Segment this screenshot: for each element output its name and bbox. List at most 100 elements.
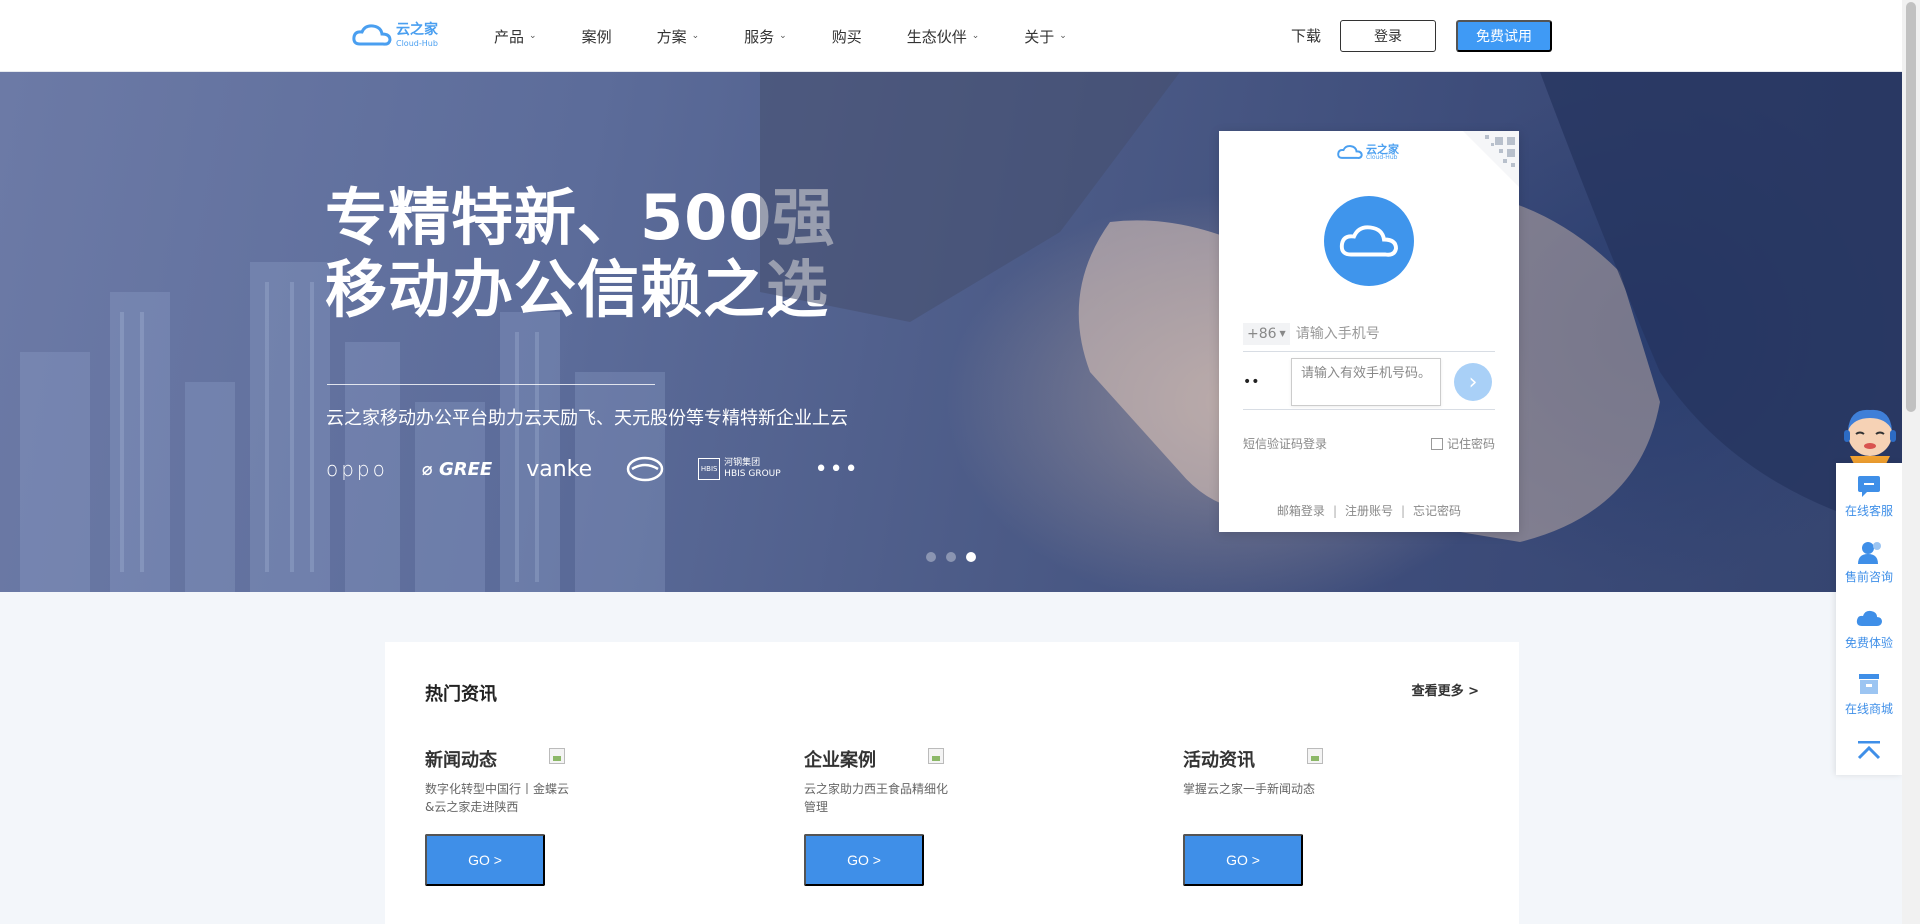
phone-input[interactable] [1295,325,1486,342]
cloud-logo-icon [352,24,392,46]
password-field-row: •• 请输入有效手机号码。 › [1243,354,1495,410]
link-separator: | [1332,504,1337,518]
country-code: +86 [1247,325,1277,342]
card-links: 邮箱登录 | 注册账号 | 忘记密码 [1219,502,1519,519]
nav-item-products[interactable]: 产品 ⌄ [494,26,537,47]
nav-label: 服务 [744,27,775,46]
view-more-link[interactable]: 查看更多 > [1412,680,1479,699]
remember-checkbox[interactable] [1430,437,1443,450]
chevron-down-icon: ⌄ [1059,31,1067,41]
download-link[interactable]: 下载 [1291,25,1321,46]
go-button[interactable]: GO > [425,834,545,886]
online-service-button[interactable]: 在线客服 [1836,463,1902,529]
free-experience-button[interactable]: 免费体验 [1836,595,1902,661]
nav-label: 方案 [656,27,687,46]
card-logo-sub: Cloud-Hub [1366,153,1398,161]
chevron-down-icon: ⌄ [691,31,700,41]
nav-label: 生态伙伴 [906,27,967,46]
gree-logo: ⌀ GREE [422,459,492,480]
hero-title-line2: 移动办公信赖之选 [325,253,830,326]
register-link[interactable]: 注册账号 [1345,504,1393,518]
oppo-logo: oppo [326,457,388,481]
card-logo: 云之家 Cloud-Hub [1337,143,1399,161]
news-column-cases: 企业案例 云之家助力西王食品精细化管理 GO > [804,746,1134,886]
login-card: 云之家 Cloud-Hub +86▼ •• 请输入有效手机号码。 › 短信验证码… [1219,131,1519,532]
logo-sub: Cloud-Hub [396,38,438,48]
hbis-cn: 河钢集团 [724,458,761,469]
nav-item-services[interactable]: 服务 ⌄ [744,26,787,47]
online-service-label: 在线客服 [1844,503,1893,518]
chevron-down-icon: ⌄ [779,31,787,41]
avatar [1324,196,1414,286]
broken-image-icon [549,748,565,764]
gree-logo-mark: ⌀ [421,458,433,480]
nav-label: 产品 [494,27,525,46]
chevron-down-icon: ⌄ [971,31,980,41]
hero-divider [327,384,655,385]
site-logo[interactable]: 云之家 Cloud-Hub [352,22,438,48]
nav-label: 案例 [581,27,612,46]
hot-news-section: 热门资讯 查看更多 > 新闻动态 数字化转型中国行丨金蝶云&云之家走进陕西 GO… [385,642,1519,924]
column-description[interactable]: 云之家助力西王食品精细化管理 [804,780,954,820]
sinopec-logo-icon [626,456,664,482]
column-description[interactable]: 掌握云之家一手新闻动态 [1183,780,1333,820]
chat-icon [1858,475,1880,497]
nav-item-about[interactable]: 关于 ⌄ [1024,26,1067,47]
remember-label: 记住密码 [1446,437,1495,451]
email-login-link[interactable]: 邮箱登录 [1277,504,1325,518]
nav-label: 购买 [831,27,862,46]
scrollbar-thumb[interactable] [1906,2,1916,412]
submit-arrow-button[interactable]: › [1454,363,1492,401]
hero-banner: 专精特新、500强 移动办公信赖之选 云之家移动办公平台助力云天励飞、天元股份等… [0,72,1902,592]
page-scrollbar[interactable] [1902,0,1920,924]
chevron-right-icon: › [1468,369,1478,395]
column-title: 新闻动态 [425,750,497,771]
vanke-logo: vanke [526,456,593,482]
store-icon [1859,673,1879,694]
free-trial-button[interactable]: 免费试用 [1456,20,1552,52]
sms-login-link[interactable]: 短信验证码登录 [1243,435,1327,452]
back-to-top-button[interactable] [1836,727,1902,775]
country-code-select[interactable]: +86 ▼ [1243,322,1290,345]
back-to-top-icon [1857,741,1881,760]
online-store-label: 在线商城 [1844,701,1893,716]
column-title: 活动资讯 [1183,750,1255,771]
cloud-icon [1856,610,1882,626]
cloud-logo-icon [1337,145,1363,159]
card-logo-name: 云之家 [1366,142,1399,156]
qr-code-toggle-icon[interactable] [1463,131,1519,187]
presale-consult-label: 售前咨询 [1844,569,1893,584]
nav-item-cases[interactable]: 案例 [582,26,612,47]
broken-image-icon [928,748,944,764]
go-button[interactable]: GO > [804,834,924,886]
free-experience-label: 免费体验 [1844,635,1893,650]
go-button[interactable]: GO > [1183,834,1303,886]
validation-tooltip: 请输入有效手机号码。 [1291,357,1441,406]
column-title: 企业案例 [804,750,876,771]
column-description[interactable]: 数字化转型中国行丨金蝶云&云之家走进陕西 [425,780,575,820]
online-store-button[interactable]: 在线商城 [1836,661,1902,727]
password-input[interactable]: •• [1243,374,1291,390]
hbis-logo-mark: HBIS [698,458,721,480]
consultant-icon [1858,541,1881,564]
presale-consult-button[interactable]: 售前咨询 [1836,529,1902,595]
news-section-title: 热门资讯 [425,684,497,705]
nav-item-solutions[interactable]: 方案 ⌄ [657,26,700,47]
nav-label: 关于 [1024,27,1055,46]
chevron-down-icon: ⌄ [529,31,537,41]
remember-password[interactable]: 记住密码 [1430,435,1495,452]
nav-item-partners[interactable]: 生态伙伴 ⌄ [907,26,980,47]
phone-field-row: +86 ▼ [1243,316,1495,352]
mascot-avatar-icon[interactable] [1842,404,1898,464]
login-button[interactable]: 登录 [1340,20,1436,52]
broken-image-icon [1307,748,1323,764]
top-header: 云之家 Cloud-Hub 产品 ⌄ 案例 方案 ⌄ 服务 ⌄ 购买 生态伙伴 ⌄ 关于… [0,0,1902,72]
hero-title-line1: 专精特新、500强 [325,181,836,254]
nav-item-buy[interactable]: 购买 [832,26,862,47]
news-column-events: 活动资讯 掌握云之家一手新闻动态 GO > [1183,746,1513,886]
floating-sidebar: 在线客服 售前咨询 免费体验 在线商城 [1836,463,1902,775]
hero-title: 专精特新、500强 移动办公信赖之选 [325,182,835,326]
caret-down-icon: ▼ [1279,329,1286,338]
cloud-avatar-icon [1339,225,1398,257]
forgot-password-link[interactable]: 忘记密码 [1413,504,1461,518]
